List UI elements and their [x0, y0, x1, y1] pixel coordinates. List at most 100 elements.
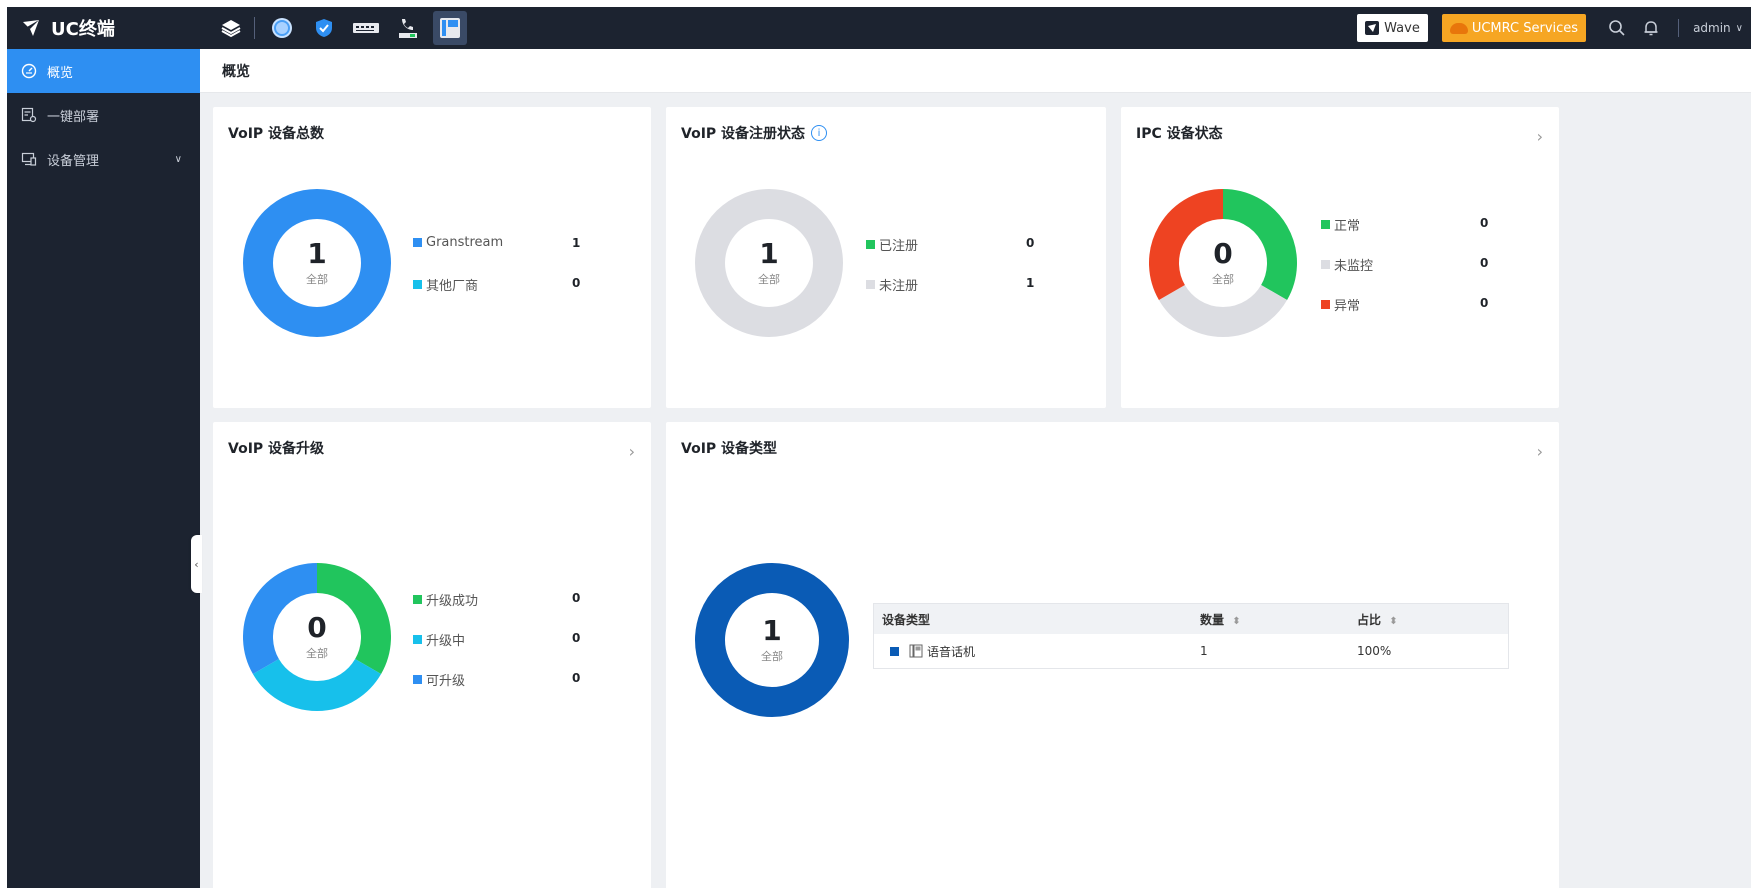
column-header-type: 设备类型 — [882, 612, 931, 627]
column-header-label: 占比 — [1357, 612, 1382, 627]
app-title: UC终端 — [51, 19, 115, 40]
chevron-right-icon[interactable]: › — [629, 442, 635, 461]
legend-item: Granstream — [413, 235, 503, 250]
sidebar: 概览 一键部署 设备管理 ∨ — [7, 49, 200, 888]
shield-icon[interactable] — [307, 11, 341, 45]
legend-value: 0 — [572, 276, 581, 290]
sort-icon[interactable]: ⬍ — [1232, 616, 1240, 627]
top-separator — [254, 17, 255, 39]
legend-item: 升级成功 — [413, 590, 478, 609]
legend-value: 0 — [1480, 296, 1489, 310]
search-icon[interactable] — [1600, 11, 1634, 45]
wave-button[interactable]: Wave — [1357, 14, 1428, 42]
legend-item: 未监控 — [1321, 255, 1373, 274]
chevron-right-icon[interactable]: › — [1537, 127, 1543, 146]
sidebar-item-label: 一键部署 — [47, 109, 100, 125]
card-title-text: VoIP 设备注册状态 — [681, 126, 806, 142]
dashboard-icon — [21, 63, 37, 79]
chevron-right-icon[interactable]: › — [1537, 442, 1543, 461]
device-type-table: 设备类型 数量 ⬍ 占比 ⬍ 语音话机 1 100% — [873, 603, 1509, 669]
user-name: admin — [1693, 21, 1731, 35]
wave-logo-icon — [1365, 21, 1380, 35]
legend-swatch — [413, 675, 422, 684]
legend-value: 1 — [572, 236, 581, 250]
legend-swatch — [413, 280, 422, 289]
legend-value: 1 — [1026, 276, 1035, 290]
donut-center: 1 全部 — [242, 239, 392, 287]
donut-segment — [252, 658, 382, 711]
legend-value: 0 — [572, 591, 581, 605]
legend-value: 0 — [1026, 236, 1035, 250]
card-title: VoIP 设备总数 — [228, 126, 325, 142]
ipc-status-card[interactable]: IPC 设备状态 › 0 全部 正常 0 未监控 0 异常 0 — [1121, 107, 1559, 408]
legend-item: 可升级 — [413, 670, 465, 689]
top-bar: UC终端 Wave UCMRC Services admin ∨ — [7, 7, 1751, 49]
legend-swatch — [890, 646, 899, 656]
sidebar-item-device-management[interactable]: 设备管理 ∨ — [7, 137, 200, 181]
deploy-icon — [21, 107, 37, 123]
legend-swatch — [1321, 220, 1330, 229]
sidebar-item-deploy[interactable]: 一键部署 — [7, 93, 200, 137]
wave-label: Wave — [1384, 20, 1420, 36]
legend-label: 可升级 — [426, 674, 466, 689]
donut-center: 1 全部 — [694, 239, 844, 287]
sidebar-collapse-button[interactable]: ‹ — [191, 535, 202, 593]
top-nav-icons — [200, 7, 475, 49]
device-type-name: 语音话机 — [927, 644, 976, 659]
donut-total: 1 — [759, 237, 779, 270]
card-title: VoIP 设备升级 — [228, 441, 325, 457]
layers-icon[interactable] — [214, 11, 248, 45]
chevron-left-icon: ‹ — [194, 557, 199, 571]
ucmrc-services-button[interactable]: UCMRC Services — [1441, 14, 1587, 42]
card-title: VoIP 设备注册状态 i — [681, 123, 828, 143]
legend-label: 升级成功 — [426, 594, 479, 609]
donut-total: 0 — [1213, 237, 1233, 270]
phone-network-icon[interactable] — [391, 11, 425, 45]
sidebar-item-label: 设备管理 — [47, 153, 100, 169]
legend-label: 正常 — [1334, 219, 1361, 234]
donut-center: 0 全部 — [242, 613, 392, 661]
legend-item: 正常 — [1321, 215, 1360, 234]
legend-value: 0 — [572, 671, 581, 685]
desk-phone-icon[interactable] — [433, 11, 467, 45]
donut-total: 1 — [762, 614, 782, 647]
voip-type-card[interactable]: VoIP 设备类型 › 1 全部 设备类型 数量 ⬍ 占比 ⬍ 语音话机 1 1… — [666, 422, 1559, 888]
top-separator — [1678, 19, 1680, 37]
ucmrc-label: UCMRC Services — [1471, 20, 1579, 36]
top-right-actions: Wave UCMRC Services admin ∨ — [1357, 7, 1751, 49]
donut-total-label: 全部 — [1212, 273, 1234, 286]
column-header-count[interactable]: 数量 ⬍ — [1200, 611, 1357, 628]
donut-segment — [1158, 284, 1288, 337]
chevron-down-icon: ∨ — [1735, 22, 1743, 34]
card-title: IPC 设备状态 — [1136, 126, 1223, 142]
legend-item: 未注册 — [866, 275, 918, 294]
legend-label: 已注册 — [879, 239, 919, 254]
sidebar-item-label: 概览 — [47, 65, 74, 81]
legend-swatch — [413, 635, 422, 644]
user-menu[interactable]: admin ∨ — [1693, 21, 1743, 35]
donut-total: 1 — [307, 237, 327, 270]
legend-label: 升级中 — [426, 634, 466, 649]
donut-total-label: 全部 — [758, 273, 780, 286]
brand[interactable]: UC终端 — [7, 7, 200, 49]
legend-value: 0 — [1480, 256, 1489, 270]
switch-device-icon[interactable] — [349, 11, 383, 45]
info-icon[interactable]: i — [811, 125, 828, 141]
donut-center: 0 全部 — [1148, 239, 1298, 287]
legend-item: 其他厂商 — [413, 275, 478, 294]
legend-label: Granstream — [426, 235, 504, 250]
bell-icon[interactable] — [1634, 11, 1668, 45]
globe-icon[interactable] — [265, 11, 299, 45]
table-cell-ratio: 100% — [1357, 644, 1392, 658]
legend-swatch — [866, 280, 875, 289]
legend-swatch — [413, 238, 422, 247]
voip-total-card: VoIP 设备总数 1 全部 Granstream 1 其他厂商 0 — [213, 107, 651, 408]
sidebar-item-overview[interactable]: 概览 — [7, 49, 200, 93]
legend-swatch — [1321, 300, 1330, 309]
table-row[interactable]: 语音话机 1 100% — [874, 634, 1508, 668]
legend-label: 其他厂商 — [426, 279, 479, 294]
table-cell-count: 1 — [1200, 644, 1208, 658]
column-header-ratio[interactable]: 占比 ⬍ — [1357, 611, 1508, 628]
sort-icon[interactable]: ⬍ — [1389, 616, 1397, 627]
voip-upgrade-card[interactable]: VoIP 设备升级 › 0 全部 升级成功 0 升级中 0 可升级 0 — [213, 422, 651, 888]
